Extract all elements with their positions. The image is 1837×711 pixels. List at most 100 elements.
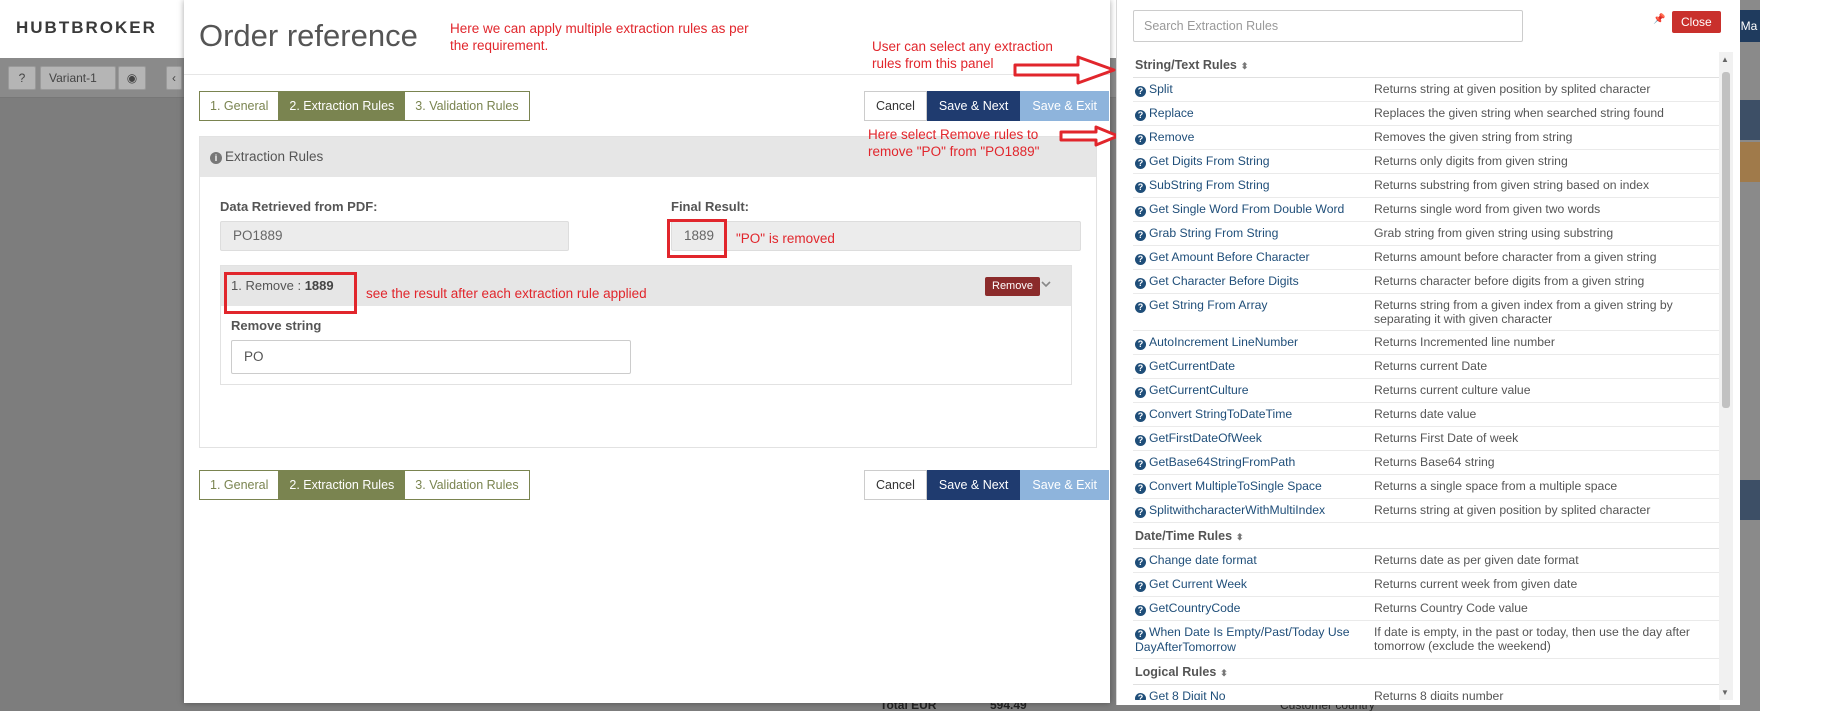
annotation-po-removed: "PO" is removed — [736, 231, 835, 246]
rule-description: Returns date value — [1374, 407, 1477, 421]
rule-row[interactable]: ? GetCurrentCulture Returns current cultur… — [1133, 379, 1725, 403]
rule-name-link[interactable]: ? Get Character Before Digits — [1133, 270, 1368, 293]
save-exit-button[interactable]: Save & Exit — [1020, 91, 1110, 121]
rule-name-link[interactable]: ? Convert MultipleToSingle Space — [1133, 475, 1368, 498]
scrollbar[interactable]: ▲ ▼ — [1719, 52, 1733, 700]
rule-name-link[interactable]: ? GetFirstDateOfWeek — [1133, 427, 1368, 450]
rule-name: Convert StringToDateTime — [1149, 407, 1293, 421]
scroll-up-icon[interactable]: ▲ — [1721, 55, 1729, 64]
annotation-multiple-rules: Here we can apply multiple extraction ru… — [450, 21, 749, 53]
rule-name: Remove — [1149, 130, 1195, 144]
question-icon: ? — [1135, 629, 1146, 640]
chevron-down-icon[interactable] — [1041, 279, 1051, 289]
rule-row[interactable]: ? GetCountryCode Returns Country Code valu… — [1133, 597, 1725, 621]
rule-name: Get String From Array — [1149, 298, 1268, 312]
remove-rule-button[interactable]: Remove — [985, 277, 1040, 296]
rule-row[interactable]: ? GetBase64StringFromPath Returns Base64 s… — [1133, 451, 1725, 475]
action-buttons-bottom: Cancel Save & Next Save & Exit — [864, 470, 1110, 500]
arrow-right-icon — [1059, 125, 1120, 147]
rule-row[interactable]: ? Get Digits From String Returns only digi… — [1133, 150, 1725, 174]
question-icon: ? — [1135, 363, 1146, 374]
tab-extraction-rules[interactable]: 2. Extraction Rules — [279, 471, 406, 499]
cancel-button[interactable]: Cancel — [864, 91, 927, 121]
rule-group-header[interactable]: String/Text Rules ⬍ — [1133, 52, 1725, 78]
rule-row[interactable]: ? Get Character Before Digits Returns char… — [1133, 270, 1725, 294]
rule-row[interactable]: ? Split Returns string at given position b… — [1133, 78, 1725, 102]
question-icon: ? — [1135, 411, 1146, 422]
rule-name-link[interactable]: ? When Date Is Empty/Past/Today Use DayAf… — [1133, 621, 1368, 658]
rule-row[interactable]: ? SubString From String Returns substring … — [1133, 174, 1725, 198]
tab-general[interactable]: 1. General — [200, 92, 280, 120]
question-icon: ? — [1135, 134, 1146, 145]
question-icon: ? — [1135, 557, 1146, 568]
rule-group-header[interactable]: Date/Time Rules ⬍ — [1133, 523, 1725, 549]
rule-name-link[interactable]: ? Split — [1133, 78, 1368, 101]
variant-selector[interactable]: Variant-1 — [40, 66, 116, 90]
rule-row[interactable]: ? Get Single Word From Double Word Returns… — [1133, 198, 1725, 222]
rule-name: Change date format — [1149, 553, 1257, 567]
chevron-left-icon[interactable]: ‹ — [166, 66, 182, 90]
question-icon: ? — [1135, 339, 1146, 350]
rule-row[interactable]: ? Get Current Week Returns current week fr… — [1133, 573, 1725, 597]
close-button[interactable]: Close — [1672, 11, 1721, 33]
tab-validation-rules[interactable]: 3. Validation Rules — [405, 471, 529, 499]
save-exit-button[interactable]: Save & Exit — [1020, 470, 1110, 500]
rule-name-link[interactable]: ? Get Digits From String — [1133, 150, 1368, 173]
rule-row[interactable]: ? Convert MultipleToSingle Space Returns a… — [1133, 475, 1725, 499]
tab-validation-rules[interactable]: 3. Validation Rules — [405, 92, 529, 120]
rule-name-link[interactable]: ? AutoIncrement LineNumber — [1133, 331, 1368, 354]
tab-general[interactable]: 1. General — [200, 471, 280, 499]
scrollbar-thumb[interactable] — [1722, 72, 1730, 408]
rule-name-link[interactable]: ? Get Amount Before Character — [1133, 246, 1368, 269]
search-input[interactable]: Search Extraction Rules — [1133, 10, 1523, 42]
rule-name-link[interactable]: ? GetCurrentCulture — [1133, 379, 1368, 402]
save-next-button[interactable]: Save & Next — [926, 91, 1021, 121]
rule-row[interactable]: ? AutoIncrement LineNumber Returns Increme… — [1133, 331, 1725, 355]
rule-name-link[interactable]: ? Get Current Week — [1133, 573, 1368, 596]
rule-group-header[interactable]: Logical Rules ⬍ — [1133, 659, 1725, 685]
rule-row[interactable]: ? SplitwithcharacterWithMultiIndex Returns… — [1133, 499, 1725, 523]
annotation-select-remove: Here select Remove rules to remove "PO" … — [868, 127, 1040, 159]
rule-name-link[interactable]: ? SubString From String — [1133, 174, 1368, 197]
rule-row[interactable]: ? Remove Removes the given string from str… — [1133, 126, 1725, 150]
rule-name-link[interactable]: ? Change date format — [1133, 549, 1368, 572]
rule-row[interactable]: ? Replace Replaces the given string when s… — [1133, 102, 1725, 126]
rule-row[interactable]: ? Grab String From String Grab string from… — [1133, 222, 1725, 246]
rule-row[interactable]: ? Get String From Array Returns string fro… — [1133, 294, 1725, 331]
rule-row[interactable]: ? GetFirstDateOfWeek Returns First Date of… — [1133, 427, 1725, 451]
rule-description: Returns current week from given date — [1374, 577, 1578, 591]
rule-name-link[interactable]: ? Remove — [1133, 126, 1368, 149]
rule-name-link[interactable]: ? GetCurrentDate — [1133, 355, 1368, 378]
rule-row[interactable]: ? Get 8 Digit No Returns 8 digits number — [1133, 685, 1725, 700]
rule-description: Returns current Date — [1374, 359, 1488, 373]
sort-icon[interactable]: ⬍ — [1241, 61, 1249, 71]
help-icon[interactable]: ? — [8, 66, 36, 90]
scroll-down-icon[interactable]: ▼ — [1721, 688, 1729, 697]
rule-row[interactable]: ? Get Amount Before Character Returns amou… — [1133, 246, 1725, 270]
rule-name: Get Single Word From Double Word — [1149, 202, 1345, 216]
rule-row[interactable]: ? GetCurrentDate Returns current Date — [1133, 355, 1725, 379]
rule-name-link[interactable]: ? Get 8 Digit No — [1133, 685, 1368, 700]
pin-icon[interactable]: 📌 — [1653, 14, 1665, 25]
rule-name-link[interactable]: ? SplitwithcharacterWithMultiIndex — [1133, 499, 1368, 522]
remove-string-input[interactable]: PO — [231, 340, 631, 374]
sort-icon[interactable]: ⬍ — [1220, 668, 1228, 678]
tab-extraction-rules[interactable]: 2. Extraction Rules — [279, 92, 406, 120]
eye-icon[interactable]: ◉ — [118, 66, 146, 90]
question-icon: ? — [1135, 254, 1146, 265]
rule-row[interactable]: ? Change date format Returns date as per g… — [1133, 549, 1725, 573]
sort-icon[interactable]: ⬍ — [1236, 532, 1244, 542]
rule-name-link[interactable]: ? GetCountryCode — [1133, 597, 1368, 620]
rule-name-link[interactable]: ? Convert StringToDateTime — [1133, 403, 1368, 426]
rule-name-link[interactable]: ? Grab String From String — [1133, 222, 1368, 245]
cancel-button[interactable]: Cancel — [864, 470, 927, 500]
rule-row[interactable]: ? Convert StringToDateTime Returns date va… — [1133, 403, 1725, 427]
rule-name-link[interactable]: ? GetBase64StringFromPath — [1133, 451, 1368, 474]
rule-name-link[interactable]: ? Replace — [1133, 102, 1368, 125]
rule-description: Returns character before digits from a g… — [1374, 274, 1645, 288]
rule-name-link[interactable]: ? Get Single Word From Double Word — [1133, 198, 1368, 221]
save-next-button[interactable]: Save & Next — [926, 470, 1021, 500]
rule-name: Get Amount Before Character — [1149, 250, 1310, 264]
rule-row[interactable]: ? When Date Is Empty/Past/Today Use DayAf… — [1133, 621, 1725, 659]
rule-name-link[interactable]: ? Get String From Array — [1133, 294, 1368, 330]
